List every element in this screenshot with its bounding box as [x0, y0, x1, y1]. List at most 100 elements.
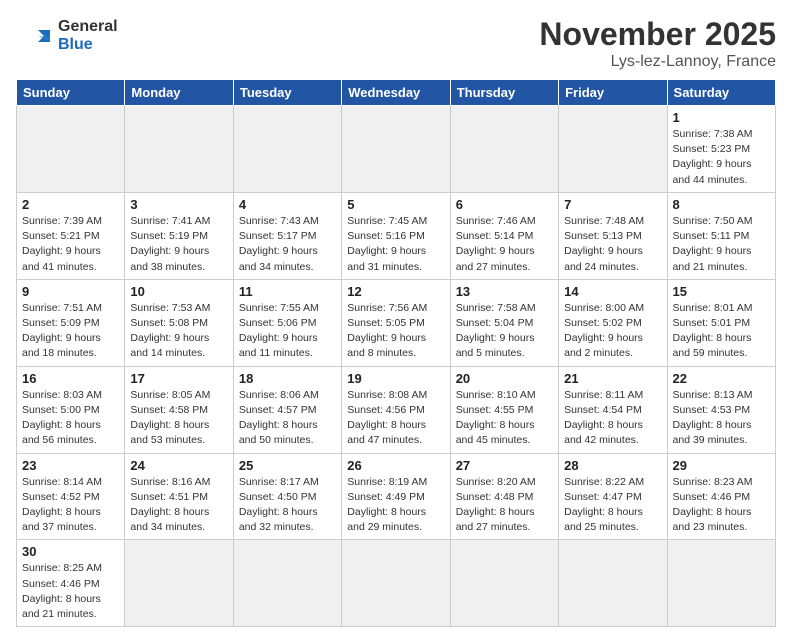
day-cell: 8 Sunrise: 7:50 AM Sunset: 5:11 PM Daylig… [667, 192, 775, 279]
day-cell [125, 540, 233, 627]
day-number: 4 [239, 197, 336, 212]
day-number: 20 [456, 371, 553, 386]
day-info: Sunrise: 8:17 AM Sunset: 4:50 PM Dayligh… [239, 475, 336, 536]
weekday-header-thursday: Thursday [450, 80, 558, 106]
day-info: Sunrise: 7:55 AM Sunset: 5:06 PM Dayligh… [239, 301, 336, 362]
header: General Blue November 2025 Lys-lez-Lanno… [16, 16, 776, 71]
weekday-header-tuesday: Tuesday [233, 80, 341, 106]
day-info: Sunrise: 8:05 AM Sunset: 4:58 PM Dayligh… [130, 388, 227, 449]
day-cell: 29Sunrise: 8:23 AM Sunset: 4:46 PM Dayli… [667, 453, 775, 540]
day-number: 16 [22, 371, 119, 386]
day-info: Sunrise: 7:58 AM Sunset: 5:04 PM Dayligh… [456, 301, 553, 362]
weekday-header-monday: Monday [125, 80, 233, 106]
day-number: 22 [673, 371, 770, 386]
day-number: 11 [239, 284, 336, 299]
day-cell [667, 540, 775, 627]
day-info: Sunrise: 8:10 AM Sunset: 4:55 PM Dayligh… [456, 388, 553, 449]
day-cell: 26 Sunrise: 8:19 AM Sunset: 4:49 PM Dayli… [342, 453, 450, 540]
week-row-4: 16Sunrise: 8:03 AM Sunset: 5:00 PM Dayli… [17, 366, 776, 453]
day-cell: 27 Sunrise: 8:20 AM Sunset: 4:48 PM Dayli… [450, 453, 558, 540]
day-cell: 24Sunrise: 8:16 AM Sunset: 4:51 PM Dayli… [125, 453, 233, 540]
day-number: 23 [22, 458, 119, 473]
day-info: Sunrise: 7:48 AM Sunset: 5:13 PM Dayligh… [564, 214, 661, 275]
day-info: Sunrise: 8:00 AM Sunset: 5:02 PM Dayligh… [564, 301, 661, 362]
week-row-6: 30Sunrise: 8:25 AM Sunset: 4:46 PM Dayli… [17, 540, 776, 627]
day-info: Sunrise: 7:53 AM Sunset: 5:08 PM Dayligh… [130, 301, 227, 362]
day-info: Sunrise: 7:56 AM Sunset: 5:05 PM Dayligh… [347, 301, 444, 362]
day-info: Sunrise: 8:08 AM Sunset: 4:56 PM Dayligh… [347, 388, 444, 449]
week-row-1: 1 Sunrise: 7:38 AM Sunset: 5:23 PM Daylig… [17, 106, 776, 193]
day-cell: 12 Sunrise: 7:56 AM Sunset: 5:05 PM Dayli… [342, 279, 450, 366]
day-number: 3 [130, 197, 227, 212]
day-number: 25 [239, 458, 336, 473]
day-cell: 28Sunrise: 8:22 AM Sunset: 4:47 PM Dayli… [559, 453, 667, 540]
day-cell [342, 106, 450, 193]
day-number: 19 [347, 371, 444, 386]
day-cell: 19 Sunrise: 8:08 AM Sunset: 4:56 PM Dayli… [342, 366, 450, 453]
day-number: 1 [673, 110, 770, 125]
day-number: 26 [347, 458, 444, 473]
day-cell: 3 Sunrise: 7:41 AM Sunset: 5:19 PM Daylig… [125, 192, 233, 279]
day-cell [559, 540, 667, 627]
day-number: 29 [673, 458, 770, 473]
day-cell: 11 Sunrise: 7:55 AM Sunset: 5:06 PM Dayli… [233, 279, 341, 366]
logo-text-block: General Blue [58, 18, 118, 55]
day-cell: 25 Sunrise: 8:17 AM Sunset: 4:50 PM Dayli… [233, 453, 341, 540]
day-cell: 7Sunrise: 7:48 AM Sunset: 5:13 PM Daylig… [559, 192, 667, 279]
day-number: 8 [673, 197, 770, 212]
logo-wrapper: General Blue [16, 16, 118, 56]
day-cell: 23 Sunrise: 8:14 AM Sunset: 4:52 PM Dayli… [17, 453, 125, 540]
day-info: Sunrise: 8:19 AM Sunset: 4:49 PM Dayligh… [347, 475, 444, 536]
day-number: 13 [456, 284, 553, 299]
month-title: November 2025 [539, 16, 776, 53]
day-cell: 21Sunrise: 8:11 AM Sunset: 4:54 PM Dayli… [559, 366, 667, 453]
day-info: Sunrise: 8:13 AM Sunset: 4:53 PM Dayligh… [673, 388, 770, 449]
day-number: 28 [564, 458, 661, 473]
calendar-table: SundayMondayTuesdayWednesdayThursdayFrid… [16, 79, 776, 627]
logo-svg [16, 16, 56, 56]
day-number: 17 [130, 371, 227, 386]
logo: General Blue [16, 16, 118, 56]
day-info: Sunrise: 8:14 AM Sunset: 4:52 PM Dayligh… [22, 475, 119, 536]
day-info: Sunrise: 8:01 AM Sunset: 5:01 PM Dayligh… [673, 301, 770, 362]
day-cell: 18Sunrise: 8:06 AM Sunset: 4:57 PM Dayli… [233, 366, 341, 453]
day-info: Sunrise: 7:45 AM Sunset: 5:16 PM Dayligh… [347, 214, 444, 275]
weekday-header-saturday: Saturday [667, 80, 775, 106]
day-cell: 13 Sunrise: 7:58 AM Sunset: 5:04 PM Dayli… [450, 279, 558, 366]
day-info: Sunrise: 8:06 AM Sunset: 4:57 PM Dayligh… [239, 388, 336, 449]
title-area: November 2025 Lys-lez-Lannoy, France [539, 16, 776, 71]
day-info: Sunrise: 8:20 AM Sunset: 4:48 PM Dayligh… [456, 475, 553, 536]
blue-text: Blue [58, 36, 118, 54]
day-number: 15 [673, 284, 770, 299]
day-number: 24 [130, 458, 227, 473]
day-cell: 5 Sunrise: 7:45 AM Sunset: 5:16 PM Daylig… [342, 192, 450, 279]
day-number: 5 [347, 197, 444, 212]
day-cell: 1 Sunrise: 7:38 AM Sunset: 5:23 PM Daylig… [667, 106, 775, 193]
day-cell [125, 106, 233, 193]
day-info: Sunrise: 7:50 AM Sunset: 5:11 PM Dayligh… [673, 214, 770, 275]
day-cell [342, 540, 450, 627]
day-cell: 17 Sunrise: 8:05 AM Sunset: 4:58 PM Dayli… [125, 366, 233, 453]
day-info: Sunrise: 7:51 AM Sunset: 5:09 PM Dayligh… [22, 301, 119, 362]
day-number: 27 [456, 458, 553, 473]
day-number: 14 [564, 284, 661, 299]
day-cell: 6Sunrise: 7:46 AM Sunset: 5:14 PM Daylig… [450, 192, 558, 279]
day-cell [233, 106, 341, 193]
day-cell: 10Sunrise: 7:53 AM Sunset: 5:08 PM Dayli… [125, 279, 233, 366]
day-cell [450, 106, 558, 193]
day-number: 6 [456, 197, 553, 212]
day-info: Sunrise: 7:41 AM Sunset: 5:19 PM Dayligh… [130, 214, 227, 275]
day-cell: 22 Sunrise: 8:13 AM Sunset: 4:53 PM Dayli… [667, 366, 775, 453]
location-title: Lys-lez-Lannoy, France [539, 53, 776, 71]
weekday-header-row: SundayMondayTuesdayWednesdayThursdayFrid… [17, 80, 776, 106]
day-number: 21 [564, 371, 661, 386]
day-cell: 20 Sunrise: 8:10 AM Sunset: 4:55 PM Dayli… [450, 366, 558, 453]
day-info: Sunrise: 7:38 AM Sunset: 5:23 PM Dayligh… [673, 127, 770, 188]
week-row-3: 9Sunrise: 7:51 AM Sunset: 5:09 PM Daylig… [17, 279, 776, 366]
week-row-5: 23 Sunrise: 8:14 AM Sunset: 4:52 PM Dayli… [17, 453, 776, 540]
day-cell [559, 106, 667, 193]
day-cell [17, 106, 125, 193]
day-cell: 14 Sunrise: 8:00 AM Sunset: 5:02 PM Dayli… [559, 279, 667, 366]
day-cell: 2Sunrise: 7:39 AM Sunset: 5:21 PM Daylig… [17, 192, 125, 279]
day-number: 12 [347, 284, 444, 299]
